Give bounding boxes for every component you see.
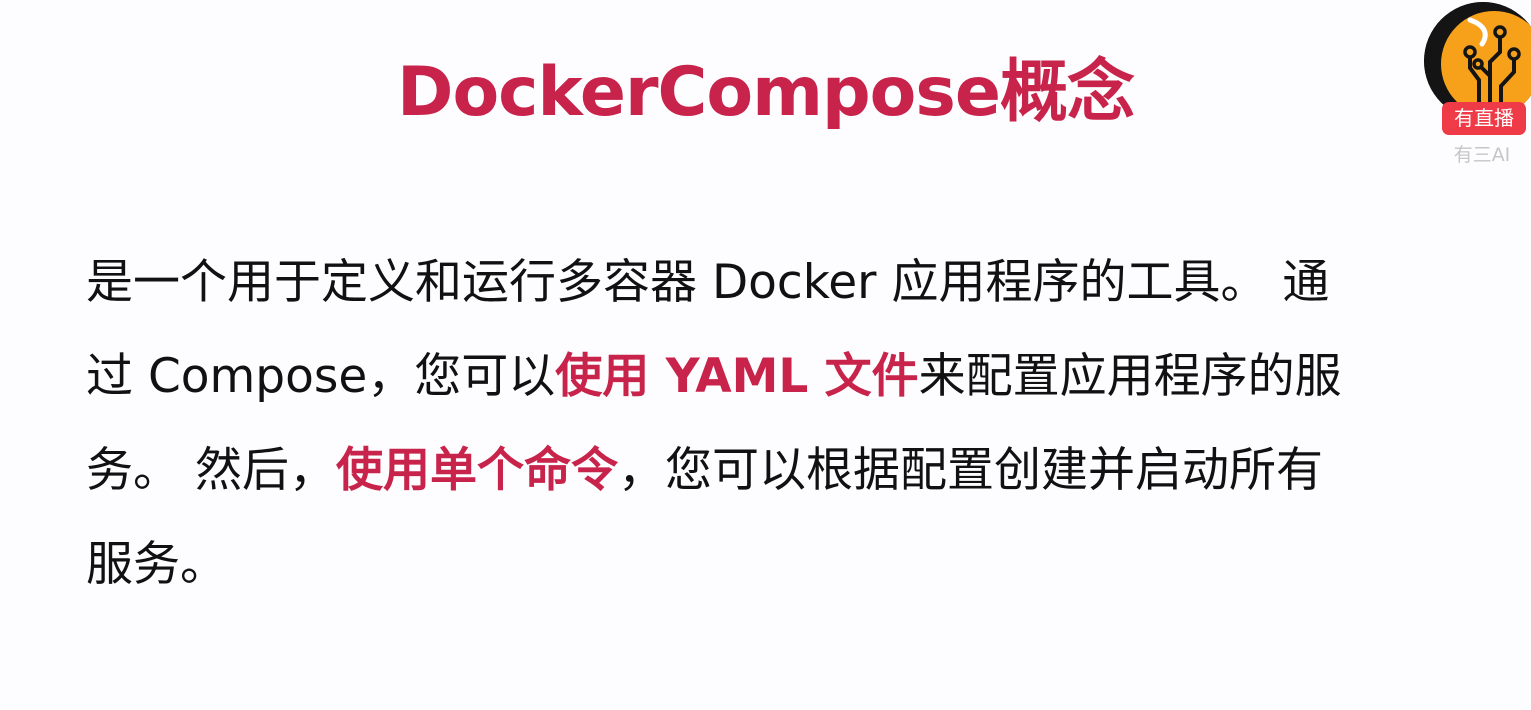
body-line-3: 务。 然后，使用单个命令，您可以根据配置创建并启动所有	[86, 424, 1456, 518]
highlight-text: 使用 YAML 文件	[555, 349, 919, 404]
live-badge[interactable]: 有直播	[1442, 102, 1526, 135]
body-text-segment: 务。 然后，	[86, 443, 336, 498]
slide-body: 是一个用于定义和运行多容器 Docker 应用程序的工具。 通 过 Compos…	[86, 236, 1456, 612]
body-text-segment: 服务。	[86, 537, 227, 592]
body-text-segment: 是一个用于定义和运行多容器 Docker 应用程序的工具。 通	[86, 255, 1330, 310]
channel-name[interactable]: 有三AI	[1432, 143, 1531, 167]
body-line-1: 是一个用于定义和运行多容器 Docker 应用程序的工具。 通	[86, 236, 1456, 330]
body-text-segment: 来配置应用程序的服	[918, 349, 1342, 404]
body-line-4: 服务。	[86, 518, 1456, 612]
live-channel-badge[interactable]: 有直播 有三AI	[1422, 0, 1531, 170]
slide-title: DockerCompose概念	[397, 53, 1135, 132]
highlight-text: 使用单个命令	[335, 443, 618, 498]
body-line-2: 过 Compose，您可以使用 YAML 文件来配置应用程序的服	[86, 330, 1456, 424]
body-text-segment: 过 Compose，您可以	[86, 349, 556, 404]
body-text-segment: ，您可以根据配置创建并启动所有	[617, 443, 1323, 498]
